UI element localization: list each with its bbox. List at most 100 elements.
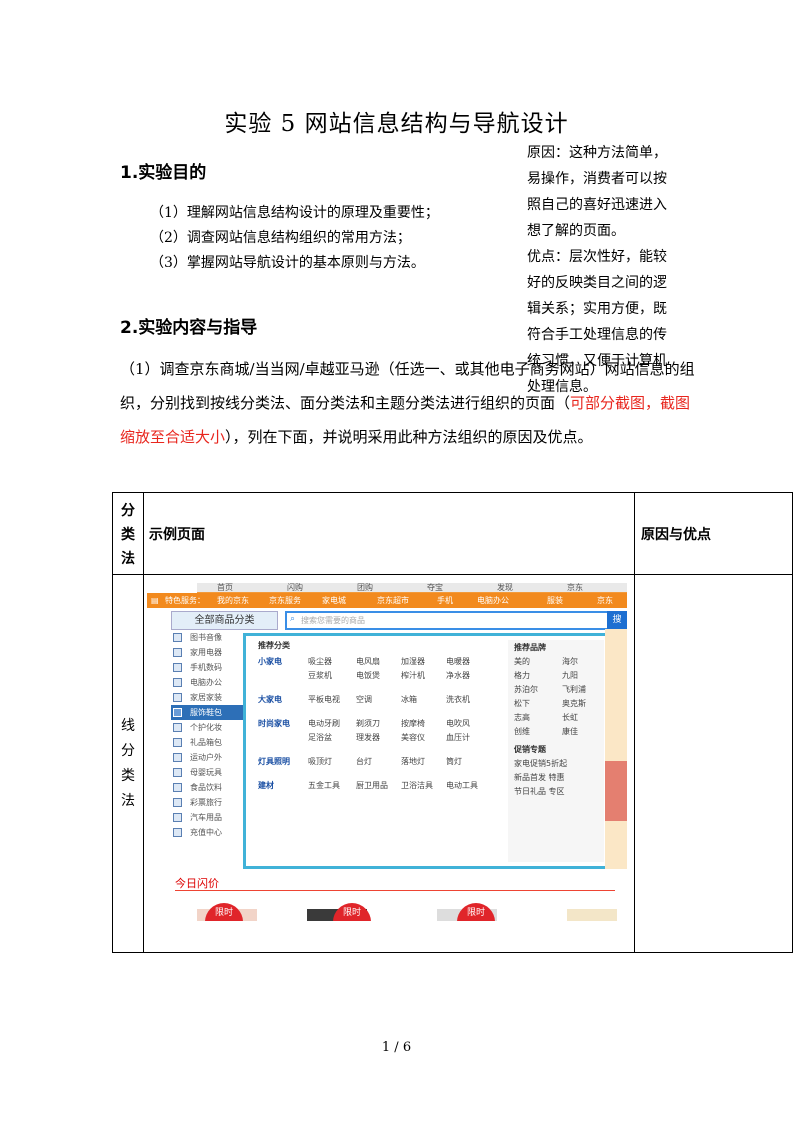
category-item[interactable]: 手机数码 [171,660,251,675]
category-label: 手机数码 [190,663,222,672]
brand-link[interactable]: 长虹 [562,712,578,723]
search-icon: ⌕ [290,614,296,624]
subcategory-link[interactable]: 电动牙刷 [308,718,340,729]
category-item[interactable]: 食品饮料 [171,780,251,795]
subcategory-link[interactable]: 美容仪 [401,732,425,743]
brand-link[interactable]: 奥克斯 [562,698,586,709]
subcategory-heading[interactable]: 时尚家电 [258,718,290,729]
category-item[interactable]: 家居家装 [171,690,251,705]
category-item[interactable]: 家用电器 [171,645,251,660]
subcategory-link[interactable]: 理发器 [356,732,380,743]
subcategory-link[interactable]: 洗衣机 [446,694,470,705]
example-screenshot: 首页 闪购 团购 夺宝 发现 京东 ▤ 特色服务： 我的京东 京东服务 家电城 … [147,581,627,921]
service-link: 京东 [597,596,613,605]
subcategory-link[interactable]: 落地灯 [401,756,425,767]
subcategory-link[interactable]: 冰箱 [401,694,417,705]
category-icon [173,738,182,747]
search-placeholder: 搜索您需要的商品 [301,616,365,625]
subcategory-link[interactable]: 按摩椅 [401,718,425,729]
flash-badge: 限时 [333,903,371,921]
promo-link[interactable]: 新品首发 特惠 [514,772,565,783]
brand-link[interactable]: 志高 [514,712,530,723]
category-item[interactable]: 汽车用品 [171,810,251,825]
objective-item-3: （3）掌握网站导航设计的基本原则与方法。 [150,255,425,271]
service-link: 京东服务 [269,596,301,605]
promo-link[interactable]: 节日礼品 专区 [514,786,565,797]
subcategory-link[interactable]: 吸尘器 [308,656,332,667]
category-icon [173,678,182,687]
category-item[interactable]: 运动户外 [171,750,251,765]
subcategory-link[interactable]: 豆浆机 [308,670,332,681]
category-label: 汽车用品 [190,813,222,822]
subcategory-link[interactable]: 榨汁机 [401,670,425,681]
service-link: 手机 [437,596,453,605]
subcategory-link[interactable]: 足浴盆 [308,732,332,743]
category-icon [173,798,182,807]
subcategory-heading[interactable]: 灯具照明 [258,756,290,767]
search-input[interactable]: ⌕ 搜索您需要的商品 [285,611,609,630]
subcategory-link[interactable]: 净水器 [446,670,470,681]
service-link: 家电城 [322,596,346,605]
subcategory-link[interactable]: 电动工具 [446,780,478,791]
subcategory-link[interactable]: 平板电视 [308,694,340,705]
subcategory-link[interactable]: 血压计 [446,732,470,743]
brand-link[interactable]: 海尔 [562,656,578,667]
subcategory-link[interactable]: 卫浴洁具 [401,780,433,791]
category-label: 彩票旅行 [190,798,222,807]
flash-badge: 限时 [205,903,243,921]
category-flyout: 推荐分类 小家电 吸尘器 电风扇 加湿器 电暖器 豆浆机 电饭煲 榨汁机 净水器… [243,633,611,869]
subcategory-link[interactable]: 电饭煲 [356,670,380,681]
side-ad-banner[interactable] [605,629,627,869]
category-icon [173,633,182,642]
row-label-line-classification: 线 分 类 法 [113,714,143,814]
menu-icon: ▤ [151,596,159,605]
top-tab: 闪购 [287,583,303,592]
brand-link[interactable]: 康佳 [562,726,578,737]
instruction-text-end: ），列在下面，并说明采用此种方法组织的原因及优点。 [225,428,593,446]
search-button[interactable]: 搜 [607,611,627,630]
header-reason: 原因与优点 [641,527,711,543]
promo-link[interactable]: 家电促销5折起 [514,758,567,769]
subcategory-link[interactable]: 剃须刀 [356,718,380,729]
category-label: 电脑办公 [190,678,222,687]
subcategory-link[interactable]: 吸顶灯 [308,756,332,767]
subcategory-link[interactable]: 电吹风 [446,718,470,729]
category-icon [173,693,182,702]
brand-link[interactable]: 飞利浦 [562,684,586,695]
category-item[interactable]: 母婴玩具 [171,765,251,780]
subcategory-link[interactable]: 电暖器 [446,656,470,667]
subcategory-heading[interactable]: 大家电 [258,694,282,705]
all-categories-button[interactable]: 全部商品分类 [171,611,278,630]
header-char: 法 [121,551,135,567]
subcategory-heading[interactable]: 建材 [258,780,274,791]
category-item[interactable]: 电脑办公 [171,675,251,690]
brand-link[interactable]: 创维 [514,726,530,737]
brand-link[interactable]: 松下 [514,698,530,709]
subcategory-heading[interactable]: 小家电 [258,656,282,667]
brand-link[interactable]: 格力 [514,670,530,681]
objective-item-2: （2）调查网站信息结构组织的常用方法； [150,230,411,246]
subcategory-link[interactable]: 加湿器 [401,656,425,667]
brand-link[interactable]: 美的 [514,656,530,667]
brand-title: 推荐品牌 [514,643,546,652]
orange-service-bar: ▤ 特色服务： 我的京东 京东服务 家电城 京东超市 手机 电脑办公 服装 京东 [147,593,627,608]
category-icon [173,783,182,792]
category-item[interactable]: 彩票旅行 [171,795,251,810]
subcategory-link[interactable]: 筒灯 [446,756,462,767]
subcategory-link[interactable]: 厨卫用品 [356,780,388,791]
section1-heading: 1.实验目的 [120,163,207,183]
category-item[interactable]: 充值中心 [171,825,251,840]
subcategory-link[interactable]: 五金工具 [308,780,340,791]
subcategory-link[interactable]: 空调 [356,694,372,705]
subcategory-link[interactable]: 电风扇 [356,656,380,667]
category-label: 个护化妆 [190,723,222,732]
product-thumb[interactable] [567,909,617,921]
category-item[interactable]: 图书音像 [171,630,251,645]
category-item[interactable]: 礼品箱包 [171,735,251,750]
category-icon [173,723,182,732]
brand-link[interactable]: 九阳 [562,670,578,681]
brand-link[interactable]: 苏泊尔 [514,684,538,695]
category-item[interactable]: 个护化妆 [171,720,251,735]
category-item-selected[interactable]: 服饰鞋包 [171,705,251,720]
subcategory-link[interactable]: 台灯 [356,756,372,767]
